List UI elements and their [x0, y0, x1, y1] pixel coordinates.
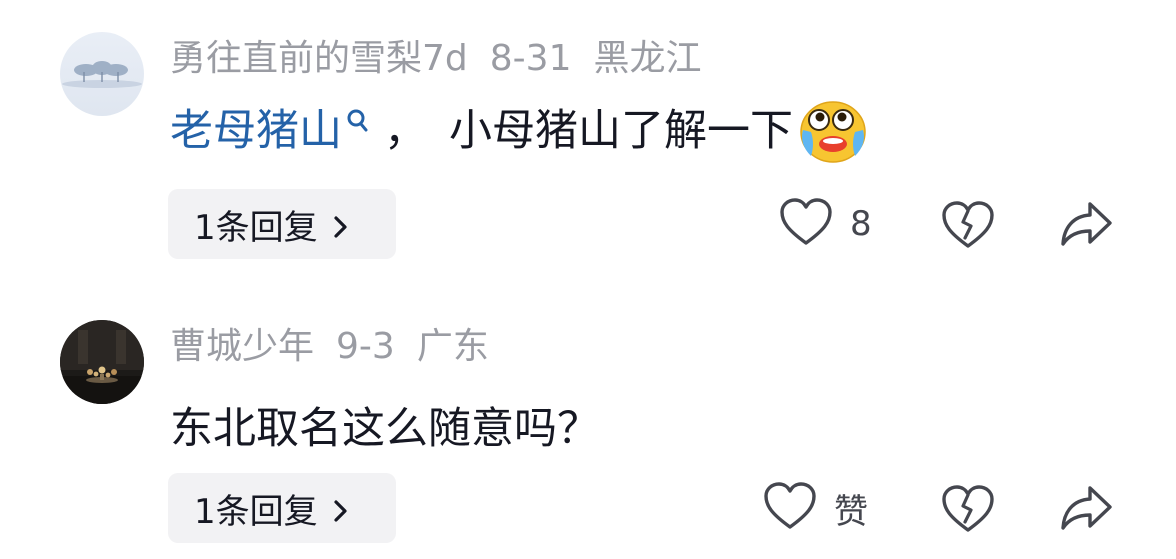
dislike-button[interactable] [940, 480, 996, 536]
comment-meta: 曹城少年 9-3 广东 [170, 322, 511, 372]
like-button[interactable]: 赞 [762, 473, 868, 543]
comment-location: 广东 [416, 326, 489, 367]
username[interactable]: 勇往直前的雪梨 [170, 38, 422, 79]
comment-meta: 勇往直前的雪梨7d 8-31 黑龙江 [170, 34, 724, 84]
comment-content: 东北取名这么随意吗？ [170, 399, 600, 459]
comma-separator: ， [384, 106, 427, 156]
comment-item: 曹城少年 9-3 广东 东北取名这么随意吗？ 1条回复 赞 [0, 282, 1176, 559]
comment-date: 8-31 [489, 38, 572, 79]
like-label: 赞 [834, 491, 868, 532]
search-link[interactable]: 老母猪山 [170, 101, 342, 161]
heart-outline-icon [762, 480, 818, 536]
comment-age: 7d [422, 38, 468, 79]
comment-actions: 8 [0, 189, 1176, 259]
like-count: 8 [850, 204, 872, 244]
avatar[interactable] [60, 320, 144, 404]
share-button[interactable] [1058, 196, 1116, 252]
like-button[interactable]: 8 [778, 189, 872, 259]
comment-text: 小母猪山了解一下 [449, 106, 793, 156]
crying-laughing-emoji-icon [797, 98, 869, 164]
heart-outline-icon [778, 196, 834, 252]
comment-date: 9-3 [336, 326, 395, 367]
comment-item: 勇往直前的雪梨7d 8-31 黑龙江 老母猪山 ， 小母猪山了解一下 1条回复 … [0, 0, 1176, 282]
share-arrow-icon [1058, 202, 1116, 256]
share-button[interactable] [1058, 480, 1116, 536]
comment-content: 老母猪山 ， 小母猪山了解一下 [170, 98, 869, 164]
comment-actions: 赞 [0, 473, 1176, 543]
dislike-button[interactable] [940, 196, 996, 252]
broken-heart-icon [940, 201, 996, 256]
search-link-icon[interactable] [344, 99, 370, 139]
share-arrow-icon [1058, 486, 1116, 540]
username[interactable]: 曹城少年 [170, 326, 314, 367]
avatar[interactable] [60, 32, 144, 116]
broken-heart-icon [940, 485, 996, 540]
comment-location: 黑龙江 [593, 38, 702, 79]
comment-text: 东北取名这么随意吗？ [170, 404, 600, 454]
